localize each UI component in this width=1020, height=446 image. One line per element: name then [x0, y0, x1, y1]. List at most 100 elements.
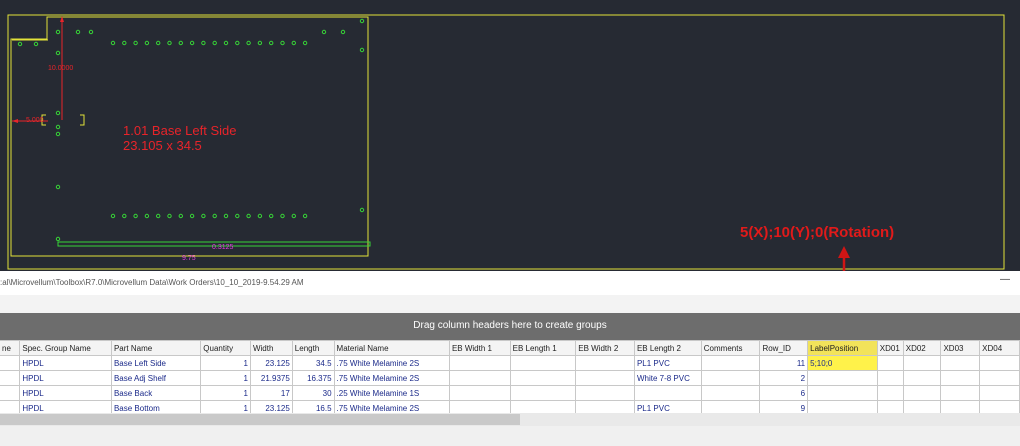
bore-hole [189, 213, 195, 219]
table-cell[interactable] [449, 355, 511, 371]
table-cell[interactable] [903, 370, 942, 386]
table-row[interactable]: HPDL Base Back 1 17 30.25 White Melamine 1S 6 [0, 385, 1020, 401]
table-cell[interactable]: 30 [292, 385, 335, 401]
column-header-1[interactable]: Spec. Group Name [19, 340, 112, 356]
table-cell[interactable] [449, 385, 511, 401]
table-cell[interactable]: 21.9375 [250, 370, 293, 386]
table-cell[interactable]: Base Back [111, 385, 202, 401]
table-cell[interactable]: 5;10;0 [807, 355, 878, 371]
table-cell[interactable]: HPDL [19, 370, 112, 386]
bore-hole [144, 213, 150, 219]
table-cell[interactable] [701, 355, 761, 371]
table-cell[interactable]: 16.375 [292, 370, 335, 386]
bore-hole [122, 40, 127, 46]
bore-hole [223, 213, 229, 219]
table-cell[interactable]: Base Left Side [111, 355, 202, 371]
table-cell[interactable]: .25 White Melamine 1S [334, 385, 450, 401]
column-header-10[interactable]: EB Length 2 [634, 340, 702, 356]
table-cell[interactable] [877, 355, 904, 371]
table-cell[interactable] [807, 385, 878, 401]
bore-hole [55, 131, 61, 137]
table-cell[interactable]: White 7-8 PVC [634, 370, 702, 386]
bore-hole [246, 40, 251, 46]
bore-hole [55, 184, 61, 190]
table-cell[interactable] [575, 355, 635, 371]
table-cell[interactable]: 1 [200, 355, 251, 371]
table-cell[interactable] [634, 385, 702, 401]
bore-hole [340, 29, 346, 35]
table-cell[interactable] [903, 385, 942, 401]
table-cell[interactable] [979, 385, 1020, 401]
table-cell[interactable]: HPDL [19, 355, 112, 371]
table-cell[interactable]: 1 [200, 385, 251, 401]
table-cell[interactable] [510, 370, 577, 386]
bore-hole [156, 40, 161, 46]
label-position-annotation: 5(X);10(Y);0(Rotation) [740, 224, 895, 241]
bore-hole [110, 40, 116, 46]
table-cell[interactable] [575, 385, 635, 401]
column-header-2[interactable]: Part Name [111, 340, 202, 356]
bore-hole [133, 40, 138, 46]
column-header-6[interactable]: Material Name [334, 340, 450, 356]
column-header-7[interactable]: EB Width 1 [449, 340, 511, 356]
table-cell[interactable] [979, 355, 1020, 371]
column-header-15[interactable]: XD02 [903, 340, 942, 356]
table-cell[interactable]: Base Adj Shelf [111, 370, 202, 386]
column-header-11[interactable]: Comments [701, 340, 761, 356]
column-header-5[interactable]: Length [292, 340, 335, 356]
column-header-17[interactable]: XD04 [979, 340, 1020, 356]
table-cell[interactable]: HPDL [19, 385, 112, 401]
table-cell[interactable] [877, 370, 904, 386]
table-cell[interactable] [979, 370, 1020, 386]
minimize-button[interactable]: — [1000, 274, 1010, 285]
table-cell[interactable] [0, 370, 21, 386]
table-cell[interactable]: .75 White Melamine 2S [334, 355, 450, 371]
table-cell[interactable]: 34.5 [292, 355, 335, 371]
column-header-3[interactable]: Quantity [200, 340, 251, 356]
bore-hole [302, 213, 308, 219]
column-header-8[interactable]: EB Length 1 [510, 340, 577, 356]
table-cell[interactable]: .75 White Melamine 2S [334, 370, 450, 386]
table-cell[interactable]: PL1 PVC [634, 355, 702, 371]
table-cell[interactable] [0, 385, 21, 401]
table-cell[interactable] [701, 385, 761, 401]
table-cell[interactable]: 2 [759, 370, 809, 386]
table-cell[interactable] [807, 370, 878, 386]
table-cell[interactable] [903, 355, 942, 371]
table-cell[interactable] [940, 370, 981, 386]
table-row[interactable]: HPDL Base Left Side 1 23.125 34.5.75 White M… [0, 355, 1020, 371]
table-cell[interactable] [510, 385, 577, 401]
table-cell[interactable] [940, 385, 981, 401]
column-header-13[interactable]: LabelPosition [807, 340, 878, 356]
column-header-0[interactable]: ne [0, 340, 21, 356]
table-row[interactable]: HPDL Base Adj Shelf 1 21.9375 16.375.75 Whit… [0, 370, 1020, 386]
window-path: :al\Microvellum\Toolbox\R7.0\Microvellum… [0, 278, 304, 287]
table-cell[interactable] [575, 370, 635, 386]
bore-hole [33, 41, 39, 47]
column-header-16[interactable]: XD03 [940, 340, 981, 356]
bore-hole [122, 213, 127, 219]
table-cell[interactable] [449, 370, 511, 386]
table-cell[interactable] [510, 355, 577, 371]
table-cell[interactable]: 11 [759, 355, 809, 371]
bore-hole [55, 29, 61, 35]
bore-hole [144, 40, 150, 46]
column-header-9[interactable]: EB Width 2 [575, 340, 635, 356]
table-cell[interactable] [877, 385, 904, 401]
table-cell[interactable] [701, 370, 761, 386]
table-cell[interactable]: 1 [200, 370, 251, 386]
column-header-12[interactable]: Row_ID [759, 340, 809, 356]
table-cell[interactable] [940, 355, 981, 371]
parts-grid[interactable]: ne Spec. Group Name Part Name Quantity Width… [0, 340, 1020, 416]
horizontal-scrollbar-thumb[interactable] [0, 414, 520, 425]
table-cell[interactable]: 6 [759, 385, 809, 401]
column-header-14[interactable]: XD01 [877, 340, 904, 356]
table-cell[interactable] [0, 355, 21, 371]
bore-hole [201, 40, 206, 46]
bore-hole [55, 50, 61, 56]
bore-hole [178, 213, 184, 219]
table-cell[interactable]: 17 [250, 385, 293, 401]
column-header-4[interactable]: Width [250, 340, 293, 356]
toolbar-band [0, 295, 1020, 313]
table-cell[interactable]: 23.125 [250, 355, 293, 371]
